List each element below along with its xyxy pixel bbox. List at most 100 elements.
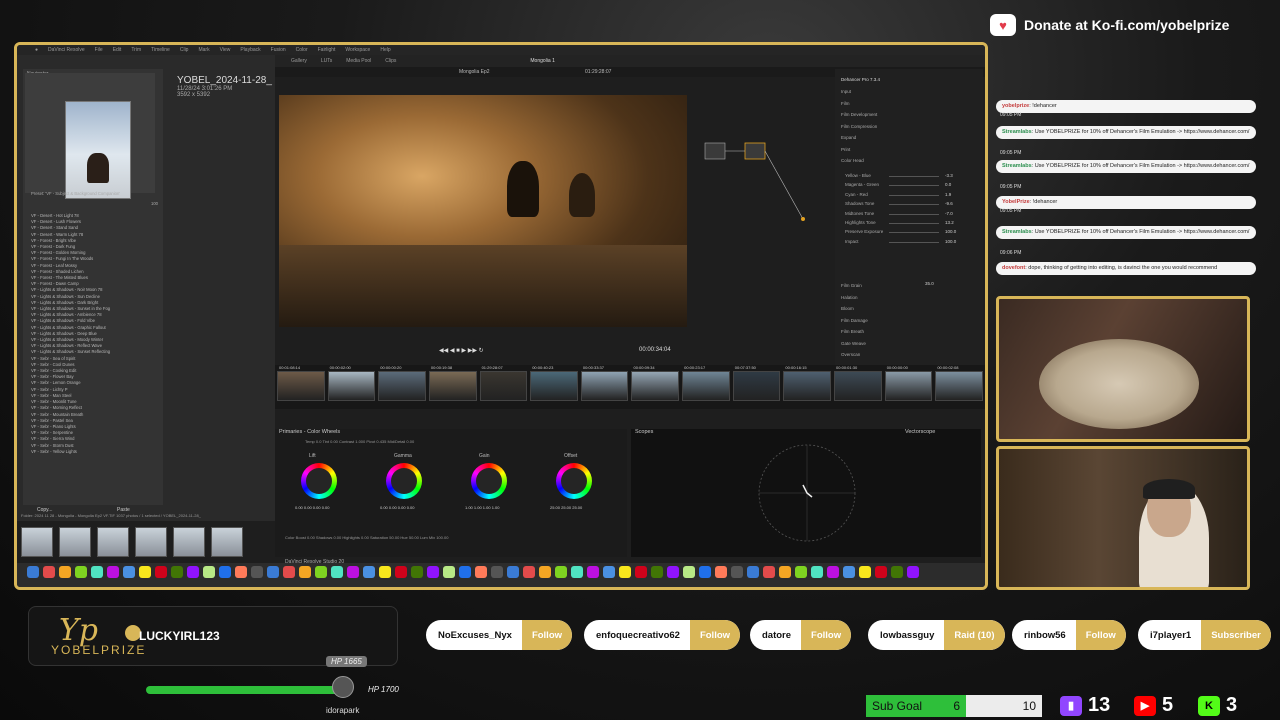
effect-item[interactable]: Film	[841, 101, 850, 106]
timeline-clip[interactable]: 00:00:19:38	[428, 365, 477, 401]
param-slider[interactable]	[889, 223, 939, 224]
filmstrip[interactable]	[17, 521, 275, 567]
color-wheel[interactable]	[386, 463, 422, 499]
dock-app-icon[interactable]	[203, 566, 215, 578]
effect-item[interactable]: Film Development	[841, 112, 877, 117]
filmstrip-thumb[interactable]	[21, 527, 53, 557]
effect-item[interactable]: Input	[841, 89, 851, 94]
dock-app-icon[interactable]	[139, 566, 151, 578]
dock-app-icon[interactable]	[603, 566, 615, 578]
color-head-row[interactable]: Midtones Tone -7.0	[841, 211, 979, 219]
effect-item[interactable]: Expand	[841, 135, 856, 140]
color-head-row[interactable]: Yellow - Blue -3.3	[841, 173, 979, 181]
timeline-clip[interactable]: 00:00:02:00	[327, 365, 376, 401]
param-slider[interactable]	[889, 194, 939, 196]
color-head-row[interactable]: Shadows Tone -9.6	[841, 201, 979, 209]
dock-app-icon[interactable]	[299, 566, 311, 578]
dock-app-icon[interactable]	[587, 566, 599, 578]
node-graph[interactable]	[695, 95, 825, 255]
dock-app-icon[interactable]	[459, 566, 471, 578]
dock-app-icon[interactable]	[795, 566, 807, 578]
dock-app-icon[interactable]	[315, 566, 327, 578]
effect-item[interactable]: Film Compression	[841, 124, 877, 129]
filmstrip-thumb[interactable]	[173, 527, 205, 557]
dock-app-icon[interactable]	[363, 566, 375, 578]
color-head-row[interactable]: Impact 100.0	[841, 239, 979, 247]
transport-controls[interactable]: ◀◀ ◀ ■ ▶ ▶▶ ↻ 00:00:34:04	[279, 345, 687, 357]
dock-app-icon[interactable]	[43, 566, 55, 578]
dock-app-icon[interactable]	[779, 566, 791, 578]
dock-app-icon[interactable]	[651, 566, 663, 578]
dock-app-icon[interactable]	[731, 566, 743, 578]
timeline-clip[interactable]: 00:01:08:14	[277, 365, 325, 401]
donate-banner[interactable]: ♥ Donate at Ko-fi.com/yobelprize	[990, 12, 1229, 38]
dock-app-icon[interactable]	[411, 566, 423, 578]
timeline-clip[interactable]: 00:07:37:50	[732, 365, 781, 401]
dock-app-icon[interactable]	[59, 566, 71, 578]
dock-app-icon[interactable]	[683, 566, 695, 578]
effect-item[interactable]: Halation	[841, 295, 858, 300]
effect-item[interactable]: Film Grain	[841, 283, 862, 288]
dock-app-icon[interactable]	[235, 566, 247, 578]
timeline-clip[interactable]: 00:00:16:15	[783, 365, 832, 401]
filmstrip-thumb[interactable]	[135, 527, 167, 557]
dock-app-icon[interactable]	[283, 566, 295, 578]
param-slider[interactable]	[889, 176, 939, 177]
effect-item[interactable]: Color Head	[841, 158, 864, 163]
dock-app-icon[interactable]	[443, 566, 455, 578]
filmstrip-thumb[interactable]	[97, 527, 129, 557]
dock-app-icon[interactable]	[187, 566, 199, 578]
color-wheel[interactable]	[556, 463, 592, 499]
dock-app-icon[interactable]	[91, 566, 103, 578]
dock-app-icon[interactable]	[907, 566, 919, 578]
timeline-clip[interactable]: 00:00:01:30	[834, 365, 882, 401]
dock-app-icon[interactable]	[763, 566, 775, 578]
filmstrip-thumb[interactable]	[59, 527, 91, 557]
color-head-row[interactable]: Highlights Tone 13.2	[841, 220, 979, 228]
dock-app-icon[interactable]	[811, 566, 823, 578]
param-slider[interactable]	[889, 204, 939, 206]
dock-app-icon[interactable]	[475, 566, 487, 578]
color-head-row[interactable]: Magenta - Green 0.0	[841, 182, 979, 190]
filmstrip-thumb[interactable]	[211, 527, 243, 557]
param-slider[interactable]	[889, 185, 939, 187]
color-head-row[interactable]: Preserve Exposure 100.0	[841, 229, 979, 237]
dock-app-icon[interactable]	[619, 566, 631, 578]
effect-item[interactable]: Bloom	[841, 306, 854, 311]
dock-app-icon[interactable]	[555, 566, 567, 578]
effect-item[interactable]: Film Breath	[841, 329, 864, 334]
dock-app-icon[interactable]	[427, 566, 439, 578]
video-viewer[interactable]	[279, 95, 687, 327]
timeline-clip[interactable]: 01:29:28:07	[479, 365, 528, 401]
dock-app-icon[interactable]	[843, 566, 855, 578]
color-wheel[interactable]	[301, 463, 337, 499]
dock-app-icon[interactable]	[219, 566, 231, 578]
dock-app-icon[interactable]	[859, 566, 871, 578]
preset-item[interactable]: VF - Sebr - Yellow Lights	[31, 449, 161, 455]
dock-app-icon[interactable]	[123, 566, 135, 578]
dock-app-icon[interactable]	[747, 566, 759, 578]
effect-item[interactable]: Film Damage	[841, 318, 868, 323]
node-02[interactable]	[744, 142, 766, 160]
preset-list[interactable]: VF - Desert - Hot Light 78 VF - Desert - …	[31, 213, 161, 503]
param-slider[interactable]	[889, 213, 939, 215]
dock-app-icon[interactable]	[667, 566, 679, 578]
timeline-clip[interactable]: 00:00:00:20	[378, 365, 426, 401]
timeline-clip[interactable]: 00:00:33:37	[580, 365, 629, 401]
dock-app-icon[interactable]	[27, 566, 39, 578]
dock-app-icon[interactable]	[891, 566, 903, 578]
node-01[interactable]	[704, 142, 726, 160]
effect-item[interactable]: Overscan	[841, 352, 860, 357]
clip-strip[interactable]: 00:01:08:14 00:00:02:00 00:00:00:20 00:00:1…	[275, 365, 985, 409]
param-slider[interactable]	[889, 241, 939, 243]
dock-app-icon[interactable]	[331, 566, 343, 578]
param-slider[interactable]	[889, 232, 939, 234]
dock-app-icon[interactable]	[379, 566, 391, 578]
dock-app-icon[interactable]	[347, 566, 359, 578]
timeline-clip[interactable]: 00:00:40:23	[530, 365, 578, 401]
dock-app-icon[interactable]	[715, 566, 727, 578]
dock-app-icon[interactable]	[155, 566, 167, 578]
navigator-preview[interactable]	[25, 73, 155, 199]
effect-item[interactable]: Print	[841, 147, 850, 152]
dock-app-icon[interactable]	[491, 566, 503, 578]
